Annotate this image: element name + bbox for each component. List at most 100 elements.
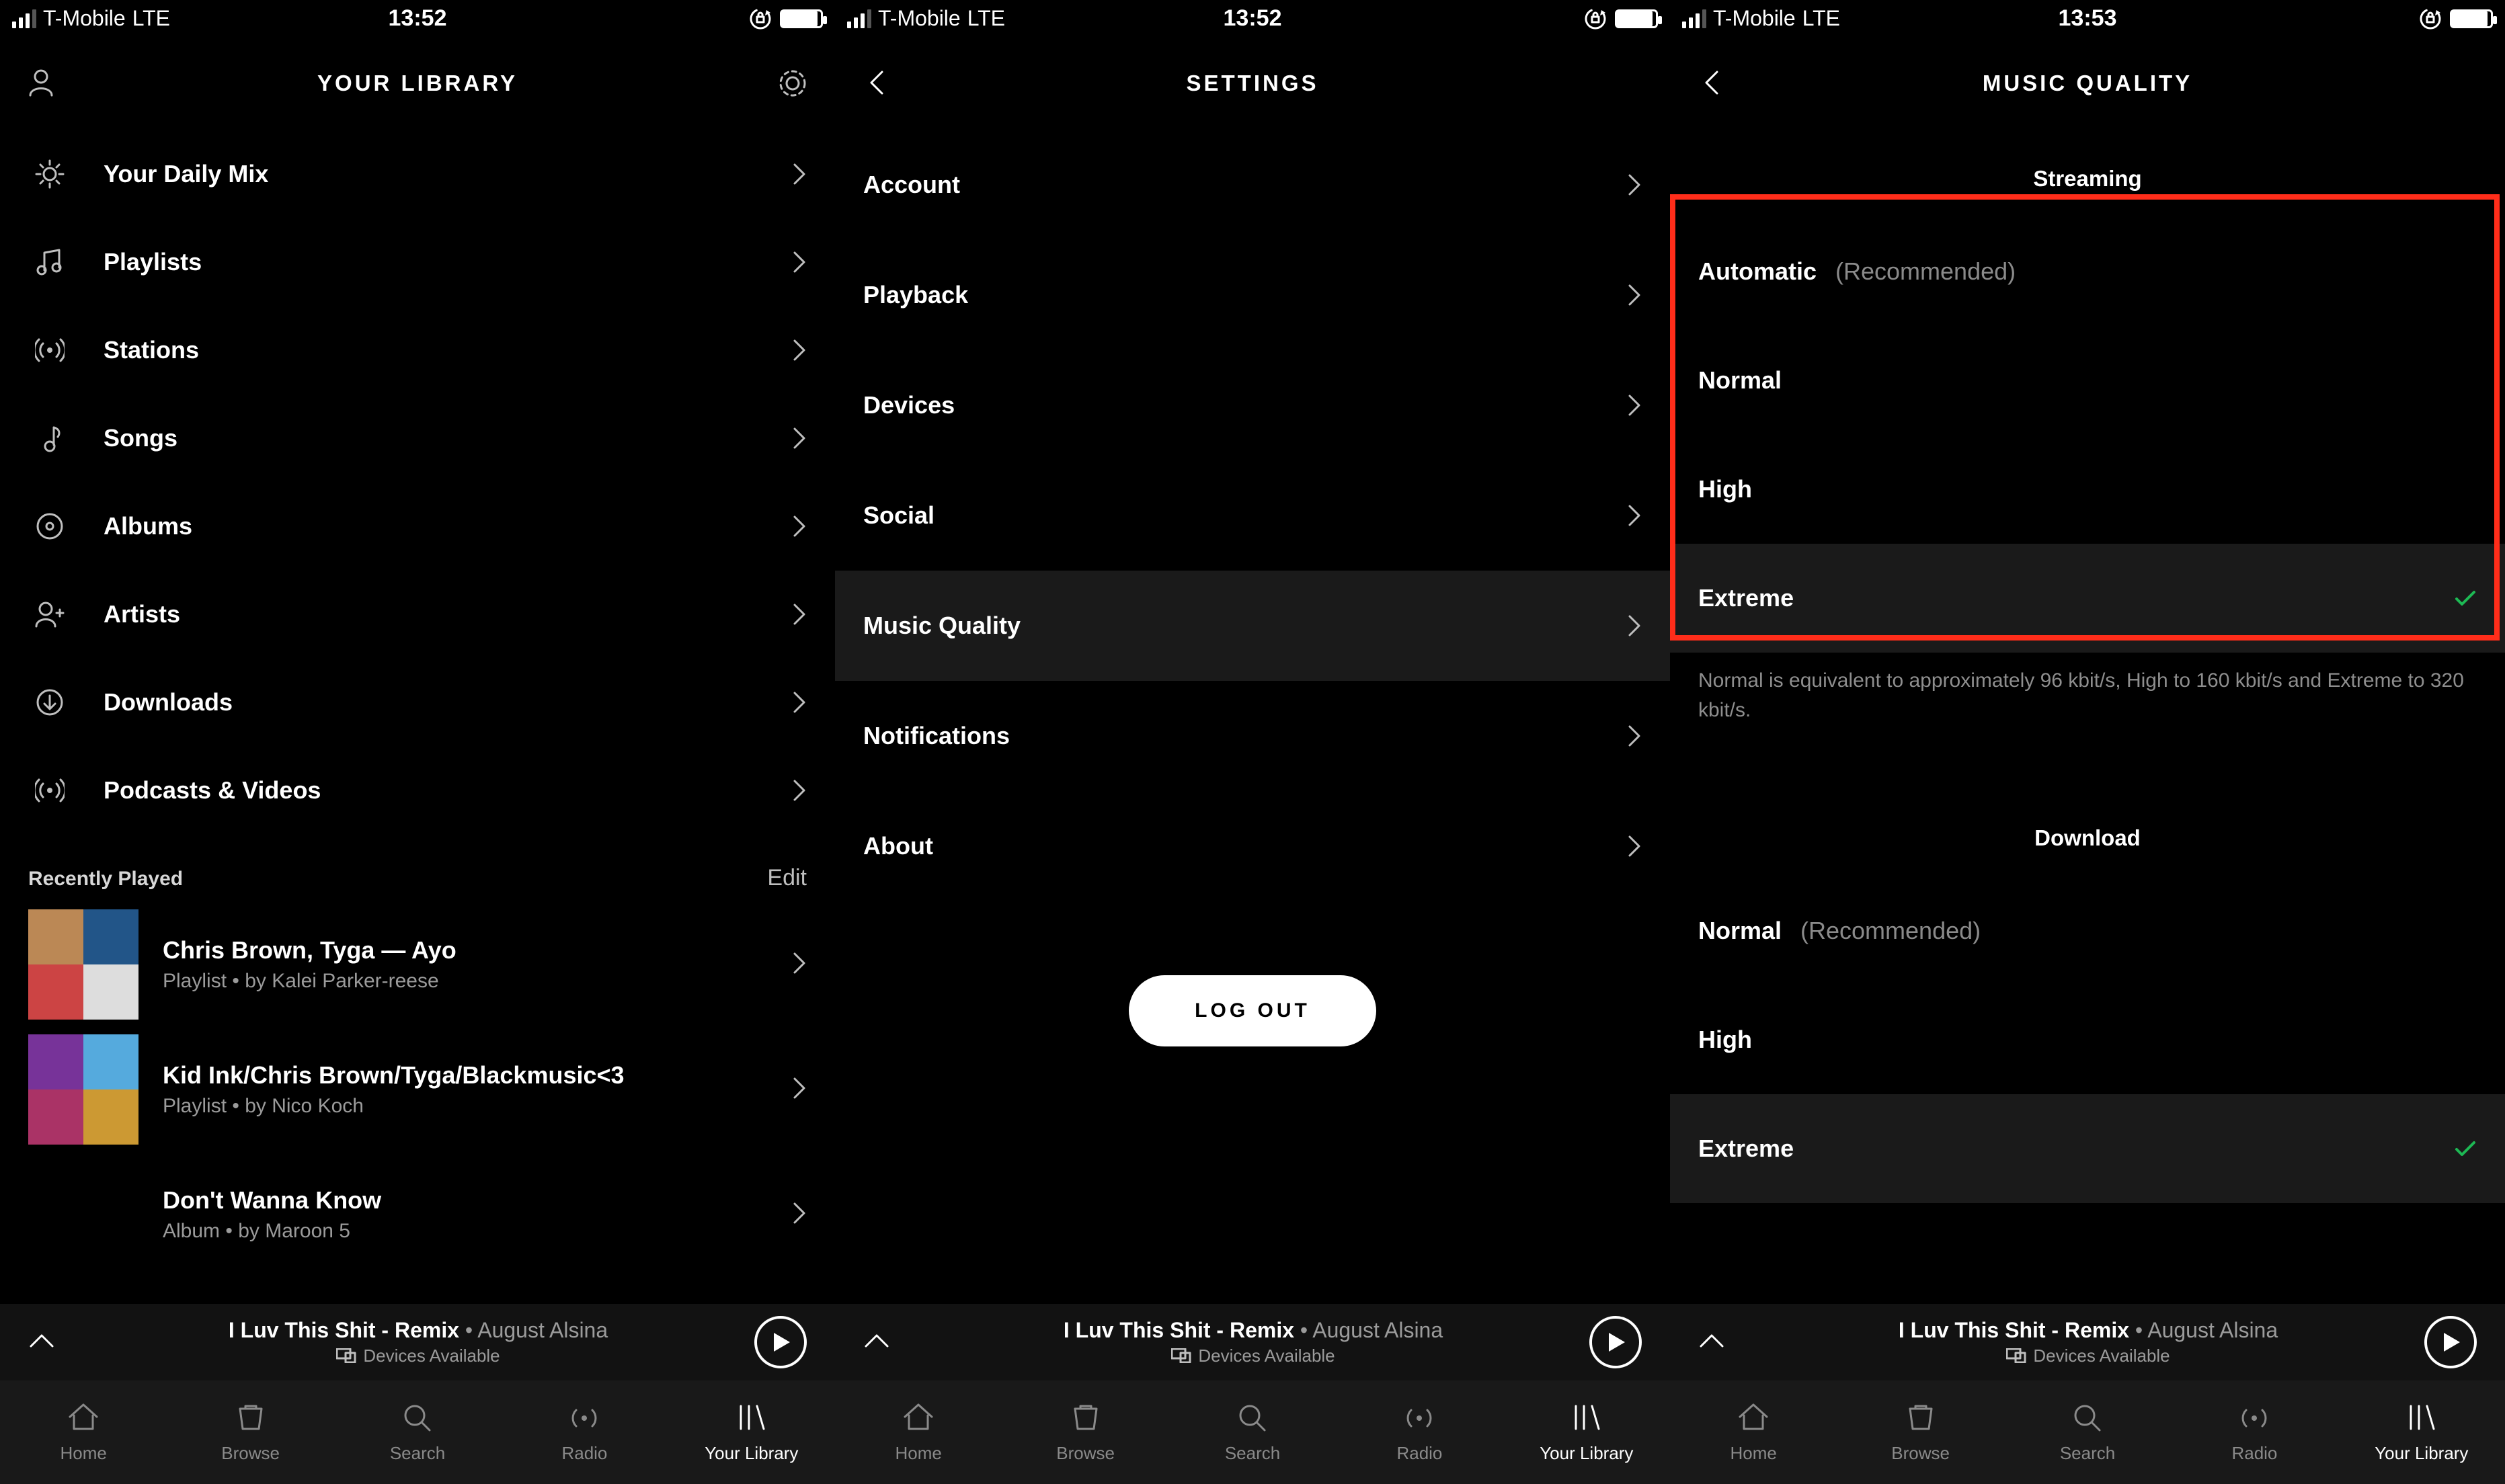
settings-row-account[interactable]: Account — [835, 130, 1670, 240]
row-label: Your Daily Mix — [104, 160, 268, 188]
chevron-right-icon — [792, 163, 807, 185]
net: LTE — [132, 6, 170, 31]
now-playing-bar[interactable]: I Luv This Shit - Remix • August Alsina … — [1670, 1303, 2505, 1380]
tab-search[interactable]: Search — [2004, 1380, 2171, 1484]
pane-library: T-Mobile LTE 13:52 YOUR LIBRARY Your Dai… — [0, 0, 835, 1484]
back-button[interactable] — [1689, 60, 1736, 107]
tab-icon — [1569, 1401, 1604, 1436]
settings-row-playback[interactable]: Playback — [835, 240, 1670, 350]
tab-icon — [1235, 1401, 1270, 1436]
library-row-stations[interactable]: Stations — [0, 306, 835, 394]
row-label: Playlists — [104, 248, 202, 276]
library-row-your-daily-mix[interactable]: Your Daily Mix — [0, 130, 835, 218]
chevron-right-icon — [792, 251, 807, 273]
check-icon — [2454, 1139, 2477, 1159]
quality-option-normal[interactable]: Normal — [1670, 326, 2505, 435]
tab-search[interactable]: Search — [334, 1380, 501, 1484]
quality-option-normal[interactable]: Normal (Recommended) — [1670, 876, 2505, 985]
tab-icon — [400, 1401, 435, 1436]
tab-search[interactable]: Search — [1169, 1380, 1336, 1484]
recent-subtitle: Playlist • by Nico Koch — [163, 1095, 625, 1118]
tab-home[interactable]: Home — [1670, 1380, 1837, 1484]
tab-your-library[interactable]: Your Library — [2338, 1380, 2505, 1484]
settings-row-social[interactable]: Social — [835, 460, 1670, 571]
battery-icon — [1615, 9, 1658, 28]
recent-title: Kid Ink/Chris Brown/Tyga/Blackmusic<3 — [163, 1061, 625, 1089]
library-row-podcasts-videos[interactable]: Podcasts & Videos — [0, 746, 835, 834]
devices-available[interactable]: Devices Available — [1171, 1346, 1335, 1366]
recent-item[interactable]: Don't Wanna Know Album • by Maroon 5 — [0, 1152, 835, 1277]
check-icon — [2454, 588, 2477, 608]
signal-icon — [12, 9, 36, 28]
artwork — [28, 1034, 138, 1145]
rotation-lock-icon — [2419, 7, 2442, 30]
logout-button[interactable]: LOG OUT — [1129, 975, 1376, 1046]
recent-title: Chris Brown, Tyga — Ayo — [163, 936, 456, 964]
artwork — [28, 909, 138, 1020]
quality-option-high[interactable]: High — [1670, 985, 2505, 1094]
edit-button[interactable]: Edit — [767, 865, 807, 891]
settings-row-notifications[interactable]: Notifications — [835, 681, 1670, 791]
play-button[interactable] — [1589, 1316, 1642, 1368]
tab-browse[interactable]: Browse — [1837, 1380, 2003, 1484]
pane-settings: T-Mobile LTE 13:52 SETTINGS Account Play… — [835, 0, 1670, 1484]
status-bar: T-Mobile LTE 13:52 — [0, 0, 835, 37]
tab-home[interactable]: Home — [0, 1380, 167, 1484]
tab-radio[interactable]: Radio — [2171, 1380, 2338, 1484]
sun-icon — [28, 159, 71, 189]
settings-button[interactable] — [769, 60, 816, 107]
quality-option-high[interactable]: High — [1670, 435, 2505, 544]
play-button[interactable] — [754, 1316, 807, 1368]
settings-row-music-quality[interactable]: Music Quality — [835, 571, 1670, 681]
recent-item[interactable]: Chris Brown, Tyga — Ayo Playlist • by Ka… — [0, 902, 835, 1027]
download-icon — [28, 688, 71, 717]
now-playing-bar[interactable]: I Luv This Shit - Remix • August Alsina … — [0, 1303, 835, 1380]
library-row-downloads[interactable]: Downloads — [0, 658, 835, 746]
settings-row-devices[interactable]: Devices — [835, 350, 1670, 460]
settings-row-about[interactable]: About — [835, 791, 1670, 901]
tab-icon — [233, 1401, 268, 1436]
play-button[interactable] — [2424, 1316, 2477, 1368]
bitrate-hint: Normal is equivalent to approximately 96… — [1670, 653, 2505, 725]
tab-home[interactable]: Home — [835, 1380, 1002, 1484]
quality-option-automatic[interactable]: Automatic (Recommended) — [1670, 217, 2505, 326]
library-row-playlists[interactable]: Playlists — [0, 218, 835, 306]
tab-browse[interactable]: Browse — [167, 1380, 333, 1484]
expand-player-icon[interactable] — [1698, 1330, 1725, 1355]
tab-your-library[interactable]: Your Library — [1503, 1380, 1670, 1484]
recently-played-header: Recently Played Edit — [0, 834, 835, 902]
profile-button[interactable] — [19, 60, 66, 107]
expand-player-icon[interactable] — [863, 1330, 890, 1355]
expand-player-icon[interactable] — [28, 1330, 55, 1355]
tab-icon — [901, 1401, 936, 1436]
devices-available[interactable]: Devices Available — [2006, 1346, 2170, 1366]
rotation-lock-icon — [749, 7, 772, 30]
tab-icon — [1903, 1401, 1938, 1436]
chevron-right-icon — [792, 604, 807, 625]
now-playing-bar[interactable]: I Luv This Shit - Remix • August Alsina … — [835, 1303, 1670, 1380]
recent-item[interactable]: Kid Ink/Chris Brown/Tyga/Blackmusic<3 Pl… — [0, 1027, 835, 1152]
tab-icon — [2070, 1401, 2105, 1436]
quality-option-extreme[interactable]: Extreme — [1670, 1094, 2505, 1203]
devices-available[interactable]: Devices Available — [336, 1346, 500, 1366]
chevron-right-icon — [792, 516, 807, 537]
library-row-albums[interactable]: Albums — [0, 482, 835, 570]
library-row-songs[interactable]: Songs — [0, 394, 835, 482]
signal-icon — [847, 9, 871, 28]
battery-icon — [2450, 9, 2493, 28]
streaming-section-header: Streaming — [1670, 130, 2505, 217]
chevron-right-icon — [792, 427, 807, 449]
row-label: Artists — [104, 600, 180, 628]
tab-radio[interactable]: Radio — [501, 1380, 668, 1484]
back-button[interactable] — [854, 60, 901, 107]
tab-radio[interactable]: Radio — [1336, 1380, 1503, 1484]
recent-subtitle: Playlist • by Kalei Parker-reese — [163, 970, 456, 993]
tab-your-library[interactable]: Your Library — [668, 1380, 835, 1484]
recent-subtitle: Album • by Maroon 5 — [163, 1220, 381, 1243]
pane-music-quality: T-Mobile LTE 13:53 MUSIC QUALITY Streami… — [1670, 0, 2505, 1484]
tab-browse[interactable]: Browse — [1002, 1380, 1168, 1484]
library-row-artists[interactable]: Artists — [0, 570, 835, 658]
recent-title: Don't Wanna Know — [163, 1186, 381, 1214]
note-icon — [28, 247, 71, 277]
quality-option-extreme[interactable]: Extreme — [1670, 544, 2505, 653]
